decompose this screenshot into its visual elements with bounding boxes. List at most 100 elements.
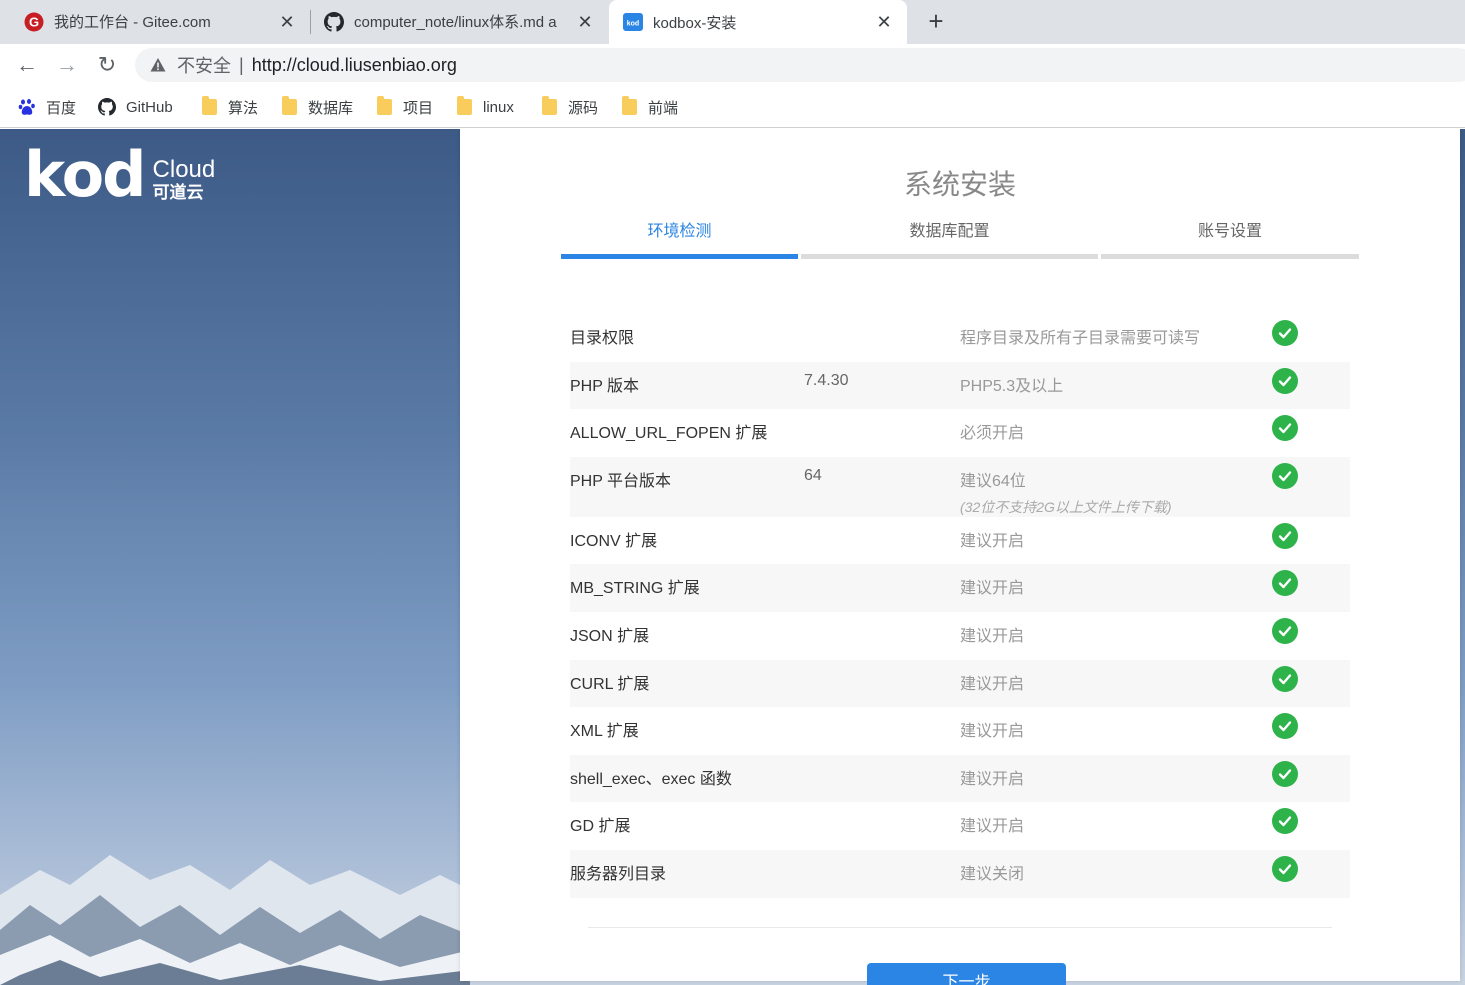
install-panel: 系统安装 环境检测 数据库配置 账号设置 目录权限 程序目录及所有子目录需要可读… (460, 129, 1460, 985)
table-row: ICONV 扩展 建议开启 (570, 517, 1350, 565)
requirements-table: 目录权限 程序目录及所有子目录需要可读写 PHP 版本 7.4.30 PHP5.… (570, 314, 1350, 898)
check-icon (1272, 462, 1298, 489)
browser-toolbar: ← → ↻ 不安全 | http://cloud.liusenbiao.org (0, 44, 1465, 86)
requirement-condition: 建议开启 (960, 818, 1025, 836)
check-icon (1272, 320, 1298, 346)
logo-mark: kod (24, 138, 147, 211)
divider (588, 927, 1332, 928)
bookmark-label: GitHub (126, 98, 173, 116)
requirement-condition: 建议开启 (960, 723, 1025, 741)
check-icon (1272, 415, 1298, 442)
address-divider: | (239, 54, 244, 75)
address-bar[interactable]: 不安全 | http://cloud.liusenbiao.org (135, 48, 1465, 82)
bookmark-folder-linux[interactable]: linux (455, 96, 514, 118)
reload-button[interactable]: ↻ (94, 52, 120, 78)
bookmark-folder-source[interactable]: 源码 (540, 96, 598, 118)
page-title: 系统安装 (903, 169, 1016, 200)
svg-text:kod: kod (627, 21, 639, 28)
table-row: 目录权限 程序目录及所有子目录需要可读写 (570, 314, 1350, 362)
table-row: shell_exec、exec 函数 建议开启 (570, 754, 1350, 803)
bookmark-label: 源码 (568, 99, 599, 117)
tab-kodbox[interactable]: kod kodbox-安装 ✕ (609, 0, 907, 44)
step-progress-bar (801, 254, 1098, 259)
bookmark-folder-algorithms[interactable]: 算法 (200, 96, 258, 118)
requirement-name: shell_exec、exec 函数 (570, 770, 732, 788)
bookmark-label: 前端 (648, 99, 679, 117)
tab-title: 我的工作台 - Gitee.com (54, 14, 211, 31)
bookmark-label: 项目 (403, 99, 434, 117)
requirement-condition: 建议64位 (32位不支持2G以上文件上传下载) (960, 467, 1172, 517)
requirement-name: XML 扩展 (570, 723, 639, 741)
page-viewport: kod Cloud 可道云 系统安装 环境检测 数据库配置 账号设置 目录权限 … (0, 129, 1465, 985)
tab-title: computer_note/linux体系.md a (354, 14, 557, 31)
warning-icon[interactable] (149, 56, 167, 74)
logo-brand: Cloud 可道云 (153, 158, 216, 202)
tab-title: kodbox-安装 (653, 14, 737, 32)
step-env-check[interactable]: 环境检测 (561, 217, 798, 259)
check-icon (1272, 760, 1298, 787)
check-icon (1272, 713, 1298, 740)
next-step-button[interactable]: 下一步 (867, 963, 1066, 985)
requirement-name: 服务器列目录 (570, 865, 667, 883)
close-tab-icon[interactable]: ✕ (873, 11, 895, 33)
check-icon (1272, 808, 1298, 835)
tab-strip: G 我的工作台 - Gitee.com ✕ computer_note/linu… (0, 0, 1465, 44)
requirement-name: PHP 平台版本 (570, 472, 672, 490)
step-label: 环境检测 (647, 223, 712, 240)
tab-gitee[interactable]: G 我的工作台 - Gitee.com ✕ (0, 0, 310, 43)
baidu-icon (18, 98, 36, 116)
step-account-settings[interactable]: 账号设置 (1101, 217, 1359, 259)
back-button[interactable]: ← (14, 52, 40, 78)
bookmark-label: 数据库 (308, 99, 354, 117)
github-icon (98, 98, 116, 116)
requirement-condition: 建议开启 (960, 675, 1025, 693)
table-row: XML 扩展 建议开启 (570, 707, 1350, 755)
folder-icon (620, 96, 638, 116)
bookmark-folder-frontend[interactable]: 前端 (620, 96, 678, 118)
table-row: GD 扩展 建议开启 (570, 802, 1350, 850)
check-icon (1272, 665, 1298, 692)
requirement-text: 建议64位 (960, 472, 1026, 490)
gitee-icon: G (24, 12, 44, 32)
check-icon (1272, 617, 1298, 644)
folder-icon (280, 96, 298, 116)
snowy-mountains-image (0, 855, 470, 985)
table-row: 服务器列目录 建议关闭 (570, 849, 1350, 898)
requirement-name: ICONV 扩展 (570, 532, 658, 550)
requirement-name: 目录权限 (570, 330, 635, 347)
security-label[interactable]: 不安全 (177, 52, 231, 78)
svg-text:G: G (29, 14, 39, 29)
step-label: 账号设置 (1197, 223, 1262, 240)
bookmark-baidu[interactable]: 百度 (18, 96, 76, 118)
bookmark-folder-database[interactable]: 数据库 (280, 96, 353, 118)
check-icon (1272, 570, 1298, 597)
url-text[interactable]: http://cloud.liusenbiao.org (252, 55, 457, 76)
table-row: ALLOW_URL_FOPEN 扩展 必须开启 (570, 409, 1350, 457)
requirement-condition: 建议关闭 (960, 865, 1025, 883)
tab-github[interactable]: computer_note/linux体系.md a ✕ (310, 0, 608, 43)
check-icon (1272, 522, 1298, 549)
close-tab-icon[interactable]: ✕ (276, 11, 298, 33)
requirement-value: 64 (804, 466, 822, 484)
table-row: PHP 版本 7.4.30 PHP5.3及以上 (570, 361, 1350, 410)
bookmark-github[interactable]: GitHub (98, 96, 173, 118)
check-icon (1272, 367, 1298, 394)
new-tab-button[interactable]: + (922, 8, 950, 36)
kod-icon: kod (623, 12, 643, 32)
github-icon (324, 11, 344, 32)
table-row: PHP 平台版本 64 建议64位 (32位不支持2G以上文件上传下载) (570, 456, 1350, 517)
bookmark-folder-projects[interactable]: 项目 (375, 96, 433, 118)
requirement-condition: PHP5.3及以上 (960, 377, 1064, 395)
forward-button[interactable]: → (54, 52, 80, 78)
step-progress-bar (1101, 254, 1359, 259)
requirement-name: JSON 扩展 (570, 627, 650, 645)
requirement-condition: 必须开启 (960, 425, 1025, 443)
bookmark-label: linux (483, 98, 514, 116)
requirement-condition: 建议开启 (960, 770, 1025, 788)
requirement-name: ALLOW_URL_FOPEN 扩展 (570, 425, 768, 443)
folder-icon (200, 96, 218, 116)
requirement-condition: 建议开启 (960, 627, 1025, 645)
requirement-name: CURL 扩展 (570, 675, 650, 693)
step-database-config[interactable]: 数据库配置 (801, 217, 1098, 259)
close-tab-icon[interactable]: ✕ (574, 11, 596, 33)
